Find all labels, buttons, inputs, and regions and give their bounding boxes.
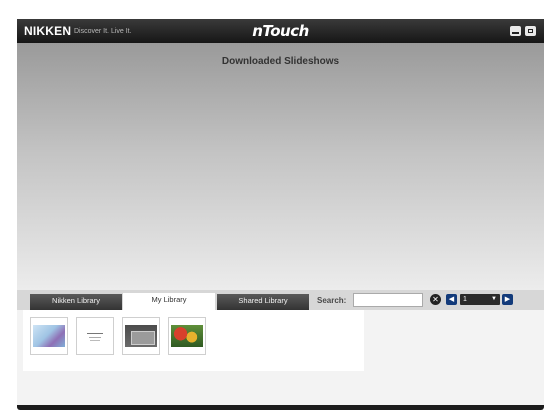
clear-icon[interactable]: ✕ bbox=[430, 294, 441, 305]
slideshow-thumbnail-1[interactable] bbox=[30, 317, 68, 355]
library-tab-bar: Nikken Library My Library Shared Library… bbox=[17, 290, 544, 310]
page-select[interactable]: 1 ▼ bbox=[460, 294, 500, 305]
arrow-left-icon[interactable]: ◀ bbox=[446, 294, 457, 305]
slideshow-thumbnail-2[interactable] bbox=[76, 317, 114, 355]
tab-my-library[interactable]: My Library bbox=[123, 293, 215, 310]
chevron-down-icon: ▼ bbox=[491, 296, 497, 302]
tab-nikken-library[interactable]: Nikken Library bbox=[30, 294, 122, 310]
arrow-right-icon[interactable]: ▶ bbox=[502, 294, 513, 305]
search-label: Search: bbox=[317, 296, 347, 305]
tab-shared-library[interactable]: Shared Library bbox=[217, 294, 309, 310]
app-window: NIKKEN Discover It. Live It. nTouch Down… bbox=[17, 19, 544, 410]
thumbnail-image bbox=[79, 325, 111, 347]
thumbnail-image bbox=[33, 325, 65, 347]
minimize-icon[interactable] bbox=[510, 26, 521, 36]
slideshow-thumbnail-3[interactable] bbox=[122, 317, 160, 355]
title-bar: NIKKEN Discover It. Live It. nTouch bbox=[17, 19, 544, 43]
search-input[interactable] bbox=[353, 293, 423, 307]
stage-title: Downloaded Slideshows bbox=[221, 56, 340, 67]
slideshow-stage: Downloaded Slideshows bbox=[17, 43, 544, 290]
thumbnail-image bbox=[171, 325, 203, 347]
library-panel bbox=[17, 310, 544, 405]
close-icon[interactable] bbox=[525, 26, 536, 36]
thumbnail-grid bbox=[23, 310, 364, 371]
slideshow-thumbnail-4[interactable] bbox=[168, 317, 206, 355]
app-title: nTouch bbox=[252, 22, 309, 40]
thumbnail-image bbox=[125, 325, 157, 347]
page-number: 1 bbox=[463, 296, 467, 303]
